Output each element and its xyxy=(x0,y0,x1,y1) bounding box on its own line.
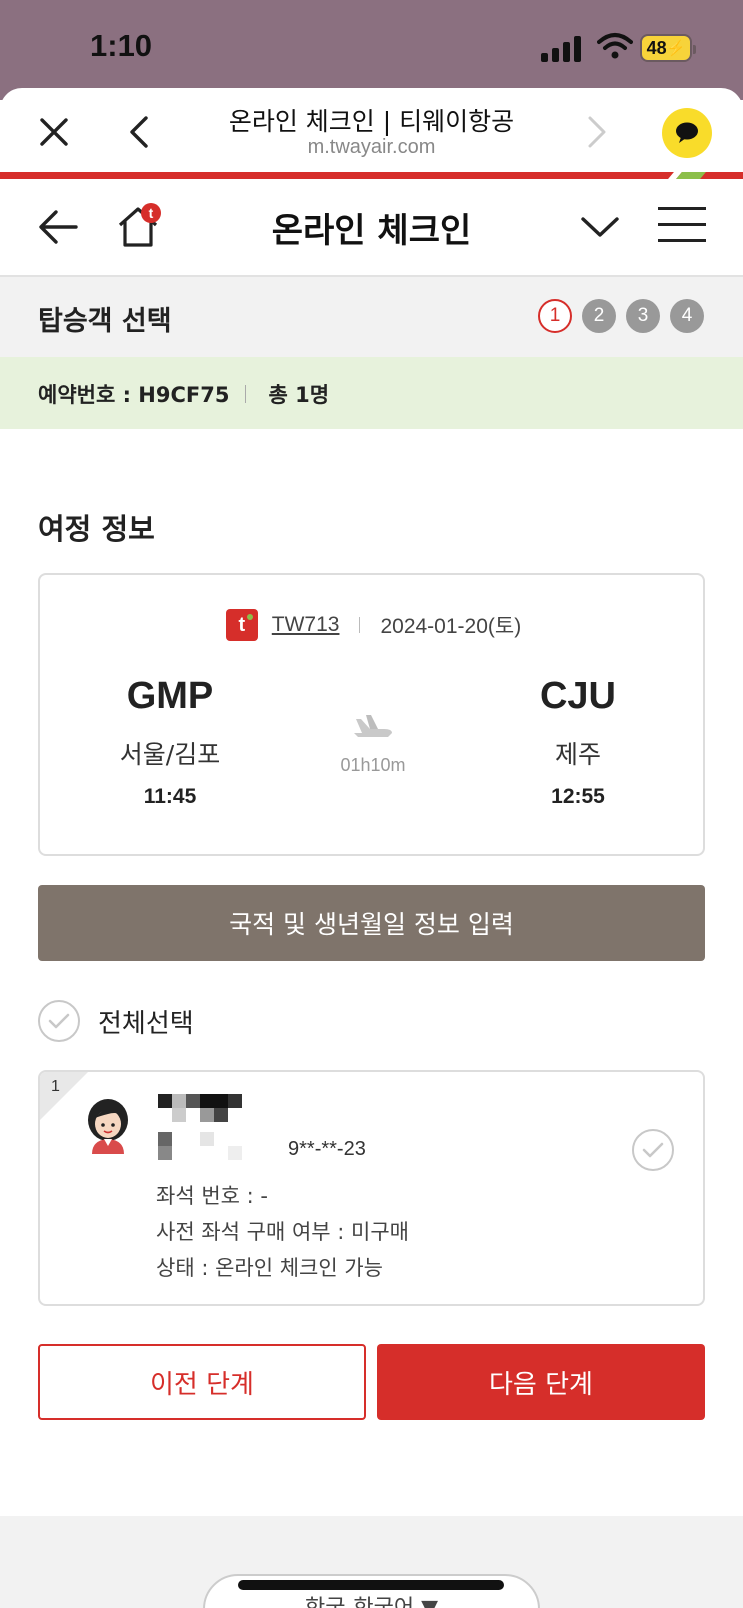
select-all-label: 전체선택 xyxy=(98,1008,194,1039)
app-nav: t 온라인 체크인 xyxy=(0,179,743,277)
check-circle-icon[interactable] xyxy=(38,1000,80,1042)
browser-url: m.twayair.com xyxy=(307,136,436,158)
origin-code: GMP xyxy=(126,675,214,717)
menu-icon[interactable] xyxy=(658,207,706,243)
seat-number: 좌석 번호 : - xyxy=(156,1184,268,1208)
masked-birth-date: 9**-**-23 xyxy=(288,1138,366,1160)
divider xyxy=(359,617,361,633)
signal-icon xyxy=(541,34,583,62)
flight-date: 2024-01-20(토) xyxy=(380,615,522,638)
home-indicator xyxy=(238,1580,504,1590)
browser-forward-icon[interactable] xyxy=(584,114,608,150)
step-4: 4 xyxy=(670,299,704,333)
step-3: 3 xyxy=(626,299,660,333)
section-title-itinerary: 여정 정보 xyxy=(38,512,155,546)
browser-title: 온라인 체크인 | 티웨이항공 xyxy=(228,107,515,136)
checkin-status: 상태 : 온라인 체크인 가능 xyxy=(156,1256,383,1280)
step-2: 2 xyxy=(582,299,616,333)
footer: 한국-한국어 ▼ xyxy=(0,1516,743,1608)
wifi-icon xyxy=(597,33,633,59)
page-title: 온라인 체크인 xyxy=(271,211,472,251)
select-all[interactable]: 전체선택 xyxy=(38,1000,194,1042)
airplane-icon xyxy=(354,715,392,737)
masked-passenger-name xyxy=(158,1094,298,1170)
reservation-number: 예약번호 : H9CF75 xyxy=(38,383,230,407)
step-indicator: 1 2 3 4 xyxy=(538,299,704,333)
brand-stripe xyxy=(0,172,743,179)
step-bar: 탑승객 선택 1 2 3 4 xyxy=(0,277,743,357)
departure-time: 11:45 xyxy=(143,785,197,808)
destination-city: 제주 xyxy=(554,740,601,769)
passenger-card[interactable]: 1 9**-**-23 좌석 번호 : - 사전 좌석 구매 여부 : 미구매 … xyxy=(38,1070,705,1306)
flight-line: t TW713 2024-01-20(토) xyxy=(40,609,707,641)
nationality-info-button[interactable]: 국적 및 생년월일 정보 입력 xyxy=(38,885,705,961)
flight-duration: 01h10m xyxy=(340,755,406,775)
chevron-down-icon[interactable] xyxy=(580,215,620,239)
status-time: 1:10 xyxy=(90,28,153,63)
battery-icon: 48 ⚡ xyxy=(640,34,696,62)
itinerary-card: t TW713 2024-01-20(토) GMP 서울/김포 11:45 01… xyxy=(38,573,705,856)
destination-code: CJU xyxy=(539,675,617,717)
tway-logo-icon: t xyxy=(225,609,258,641)
chat-bubble-icon xyxy=(676,122,698,143)
origin-city: 서울/김포 xyxy=(119,740,221,769)
arrival-time: 12:55 xyxy=(551,785,605,808)
step-1: 1 xyxy=(538,299,572,333)
divider xyxy=(245,385,247,403)
flight-number-link[interactable]: TW713 xyxy=(272,613,340,637)
kakao-chat-button[interactable] xyxy=(662,108,712,158)
passenger-total: 총 1명 xyxy=(268,383,330,407)
previous-step-button[interactable]: 이전 단계 xyxy=(38,1344,366,1420)
language-label: 한국-한국어 ▼ xyxy=(205,1590,538,1608)
female-passenger-avatar-icon xyxy=(88,1099,128,1154)
passenger-index: 1 xyxy=(51,1078,60,1095)
step-title: 탑승객 선택 xyxy=(38,306,172,337)
pre-seat-purchase: 사전 좌석 구매 여부 : 미구매 xyxy=(156,1220,409,1244)
browser-header: 온라인 체크인 | 티웨이항공 m.twayair.com xyxy=(0,88,743,178)
battery-level: 48 xyxy=(646,37,667,58)
status-bar: 1:10 48 ⚡ xyxy=(0,0,743,100)
next-step-button[interactable]: 다음 단계 xyxy=(377,1344,705,1420)
passenger-check-icon[interactable] xyxy=(632,1129,674,1171)
reservation-bar: 예약번호 : H9CF75 총 1명 xyxy=(0,357,743,429)
passenger-index-corner xyxy=(40,1072,88,1120)
